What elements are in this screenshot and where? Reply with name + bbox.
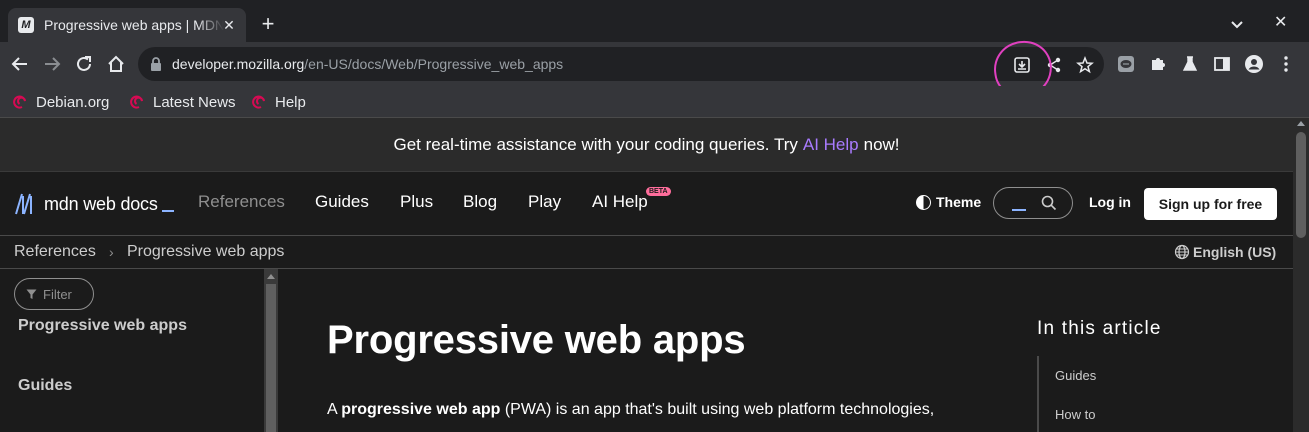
back-icon[interactable]: [8, 52, 32, 76]
bookmark-latest-news[interactable]: Latest News: [129, 90, 236, 114]
sidebar: Filter Progressive web apps Guides: [0, 269, 264, 432]
browser-toolbar: developer.mozilla.org/en-US/docs/Web/Pro…: [0, 42, 1309, 86]
logo-text: mdn web docs: [44, 193, 158, 214]
breadcrumb-references[interactable]: References: [14, 243, 96, 261]
nav-play[interactable]: Play: [528, 192, 561, 212]
nav-ai-help[interactable]: AI Help: [592, 192, 648, 212]
reload-icon[interactable]: [72, 52, 96, 76]
bookmark-debian[interactable]: Debian.org: [12, 90, 109, 114]
lock-icon[interactable]: [150, 57, 162, 76]
ai-help-banner: Get real-time assistance with your codin…: [0, 118, 1293, 172]
breadcrumb-current[interactable]: Progressive web apps: [127, 243, 284, 261]
scroll-up-arrow-icon[interactable]: [267, 274, 275, 279]
side-panel-icon[interactable]: [1210, 52, 1234, 76]
sidebar-item-progressive-web-apps[interactable]: Progressive web apps: [18, 317, 187, 335]
extensions-puzzle-icon[interactable]: [1146, 52, 1170, 76]
globe-icon: [1174, 244, 1190, 260]
toc-item-how-to[interactable]: How to: [1055, 407, 1095, 422]
tab-title: Progressive web apps | MDN: [44, 17, 224, 33]
theme-button[interactable]: Theme: [916, 194, 981, 210]
sidebar-filter-input[interactable]: Filter: [14, 278, 94, 310]
filter-placeholder: Filter: [43, 286, 72, 302]
mdn-m-logo-icon: [15, 193, 32, 215]
breadcrumb: References › Progressive web apps Englis…: [0, 236, 1293, 269]
language-label: English (US): [1193, 244, 1277, 260]
toc-item-guides[interactable]: Guides: [1055, 368, 1096, 383]
language-switcher[interactable]: English (US): [1174, 244, 1276, 260]
address-bar[interactable]: developer.mozilla.org/en-US/docs/Web/Pro…: [138, 47, 1104, 81]
beta-badge: BETA: [646, 187, 671, 196]
banner-ai-help-link[interactable]: AI Help: [803, 135, 859, 155]
menu-kebab-icon[interactable]: [1274, 52, 1298, 76]
page-scrollbar[interactable]: [1293, 118, 1309, 432]
logo-cursor: [161, 210, 174, 212]
site-search-input[interactable]: [993, 187, 1073, 219]
bookmark-label: Latest News: [153, 93, 236, 111]
bookmark-star-icon[interactable]: [1074, 54, 1096, 76]
signup-button[interactable]: Sign up for free: [1144, 188, 1277, 220]
url-text[interactable]: developer.mozilla.org/en-US/docs/Web/Pro…: [172, 56, 563, 72]
mdn-favicon-icon: M: [18, 17, 34, 33]
page-title: Progressive web apps: [327, 318, 746, 362]
scrollbar-thumb[interactable]: [1296, 132, 1306, 238]
scroll-up-arrow-icon[interactable]: [1297, 121, 1305, 126]
article-lead-paragraph: A progressive web app (PWA) is an app th…: [327, 401, 935, 418]
forward-icon[interactable]: [40, 52, 64, 76]
tab-strip: M Progressive web apps | MDN ✕ + ✕: [0, 0, 1309, 42]
breadcrumb-chevron-icon: ›: [109, 244, 114, 260]
home-icon[interactable]: [104, 52, 128, 76]
tab-search-chevron-icon[interactable]: [1226, 15, 1248, 35]
bookmark-label: Help: [275, 93, 306, 111]
sidebar-item-guides[interactable]: Guides: [18, 377, 72, 395]
debian-swirl-icon: [13, 95, 26, 109]
browser-tab[interactable]: M Progressive web apps | MDN ✕: [8, 8, 246, 42]
toc-rail: [1037, 356, 1039, 432]
nav-references[interactable]: References: [198, 192, 285, 212]
bookmark-label: Debian.org: [36, 93, 110, 111]
nav-blog[interactable]: Blog: [463, 192, 497, 212]
theme-label: Theme: [936, 194, 982, 210]
extension-chat-icon[interactable]: [1114, 52, 1138, 76]
banner-text: Get real-time assistance with your codin…: [393, 134, 798, 154]
nav-plus[interactable]: Plus: [400, 192, 433, 212]
search-icon[interactable]: [1041, 195, 1057, 211]
labs-flask-icon[interactable]: [1178, 52, 1202, 76]
toc-heading: In this article: [1037, 318, 1162, 339]
theme-half-circle-icon: [916, 194, 931, 210]
bookmarks-bar: Debian.org Latest News Help: [0, 86, 1309, 118]
login-link[interactable]: Log in: [1089, 194, 1131, 210]
sidebar-scrollbar[interactable]: [264, 269, 278, 432]
web-page: Get real-time assistance with your codin…: [0, 118, 1293, 432]
mdn-top-navigation: mdn web docs References Guides Plus Blog…: [0, 172, 1293, 236]
banner-text-end: now!: [863, 134, 900, 154]
mdn-logo[interactable]: mdn web docs: [14, 193, 174, 215]
profile-avatar-icon[interactable]: [1242, 52, 1266, 76]
debian-swirl-icon: [252, 95, 265, 109]
bookmark-help[interactable]: Help: [251, 90, 306, 114]
search-caret: [1012, 209, 1026, 211]
nav-guides[interactable]: Guides: [315, 192, 369, 212]
window-close-button[interactable]: ✕: [1274, 12, 1287, 32]
scrollbar-thumb[interactable]: [266, 284, 276, 432]
tab-close-icon[interactable]: ✕: [220, 16, 238, 34]
new-tab-button[interactable]: +: [256, 13, 280, 37]
debian-swirl-icon: [130, 95, 143, 109]
filter-funnel-icon: [26, 289, 37, 299]
